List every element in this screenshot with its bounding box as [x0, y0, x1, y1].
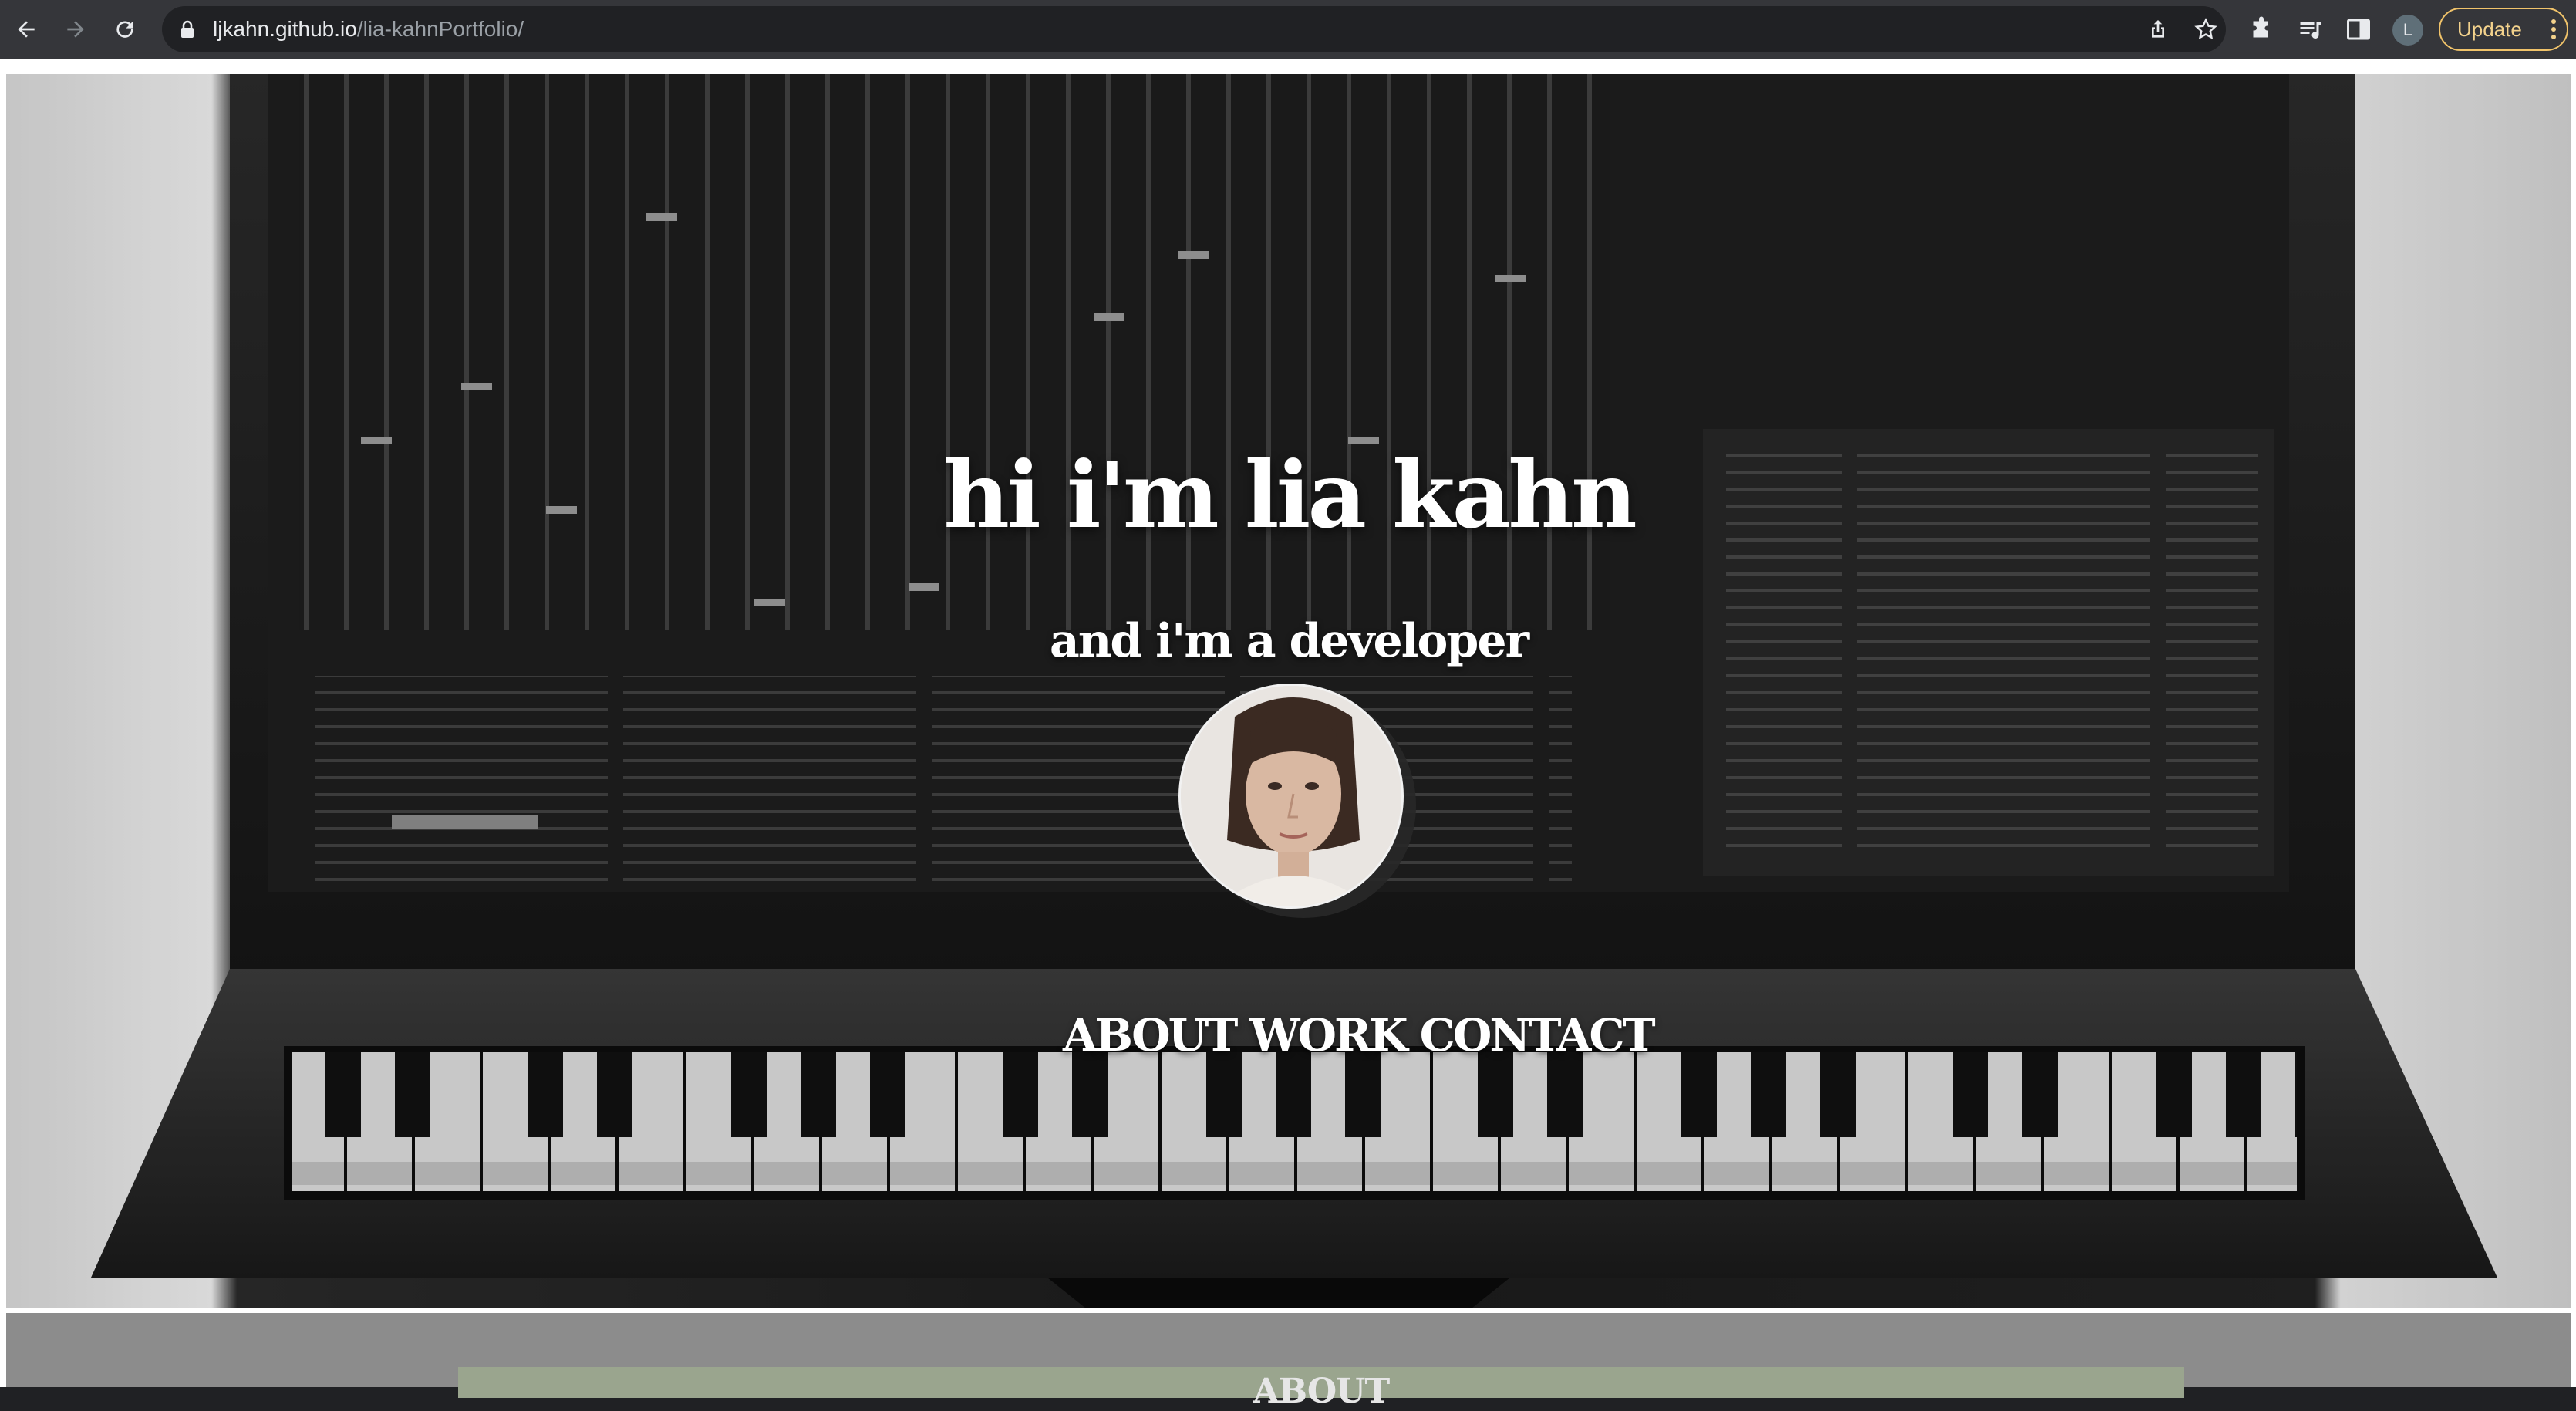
nav-link-work[interactable]: WORK	[1249, 1009, 1408, 1062]
extensions-puzzle-icon[interactable]	[2247, 15, 2275, 43]
about-card: ABOUT	[458, 1367, 2184, 1411]
profile-photo-circle	[1178, 684, 1404, 909]
update-label: Update	[2457, 18, 2522, 41]
reload-button[interactable]	[106, 11, 143, 48]
profile-avatar[interactable]: L	[2392, 15, 2423, 46]
url-text: ljkahn.github.io/lia-kahnPortfolio/	[213, 6, 524, 52]
url-path: /lia-kahnPortfolio/	[356, 17, 524, 41]
page-viewport: hi i'm lia kahn and i'm a developer ABOU…	[0, 59, 2576, 1411]
forward-button[interactable]	[57, 11, 94, 48]
hero-section: hi i'm lia kahn and i'm a developer ABOU…	[6, 74, 2571, 1308]
portrait-illustration	[1181, 686, 1401, 906]
about-heading: ABOUT	[1253, 1372, 1391, 1411]
nav-link-contact[interactable]: CONTACT	[1420, 1009, 1656, 1062]
profile-photo	[1178, 684, 1416, 918]
arrow-right-icon	[67, 21, 84, 38]
update-button[interactable]: Update	[2439, 8, 2568, 51]
hero-title: hi i'm lia kahn	[943, 441, 1637, 549]
address-bar[interactable]: ljkahn.github.io/lia-kahnPortfolio/	[162, 6, 2226, 52]
bookmark-star-icon[interactable]	[2193, 17, 2218, 42]
reload-icon	[116, 21, 133, 38]
arrow-left-icon	[18, 21, 35, 38]
hero-nav: ABOUT WORK CONTACT	[1063, 1009, 1667, 1062]
nav-link-about[interactable]: ABOUT	[1063, 1009, 1238, 1062]
media-queue-icon[interactable]	[2297, 15, 2325, 43]
back-button[interactable]	[8, 11, 45, 48]
about-section: ABOUT	[6, 1313, 2571, 1411]
more-vert-icon	[2551, 19, 2556, 39]
hero-subtitle: and i'm a developer	[1049, 614, 1529, 668]
side-panel-icon[interactable]	[2345, 15, 2372, 43]
url-host: ljkahn.github.io	[213, 17, 357, 41]
lock-icon	[181, 20, 194, 38]
share-icon[interactable]	[2146, 17, 2170, 42]
browser-toolbar: ljkahn.github.io/lia-kahnPortfolio/ L Up…	[0, 0, 2576, 59]
